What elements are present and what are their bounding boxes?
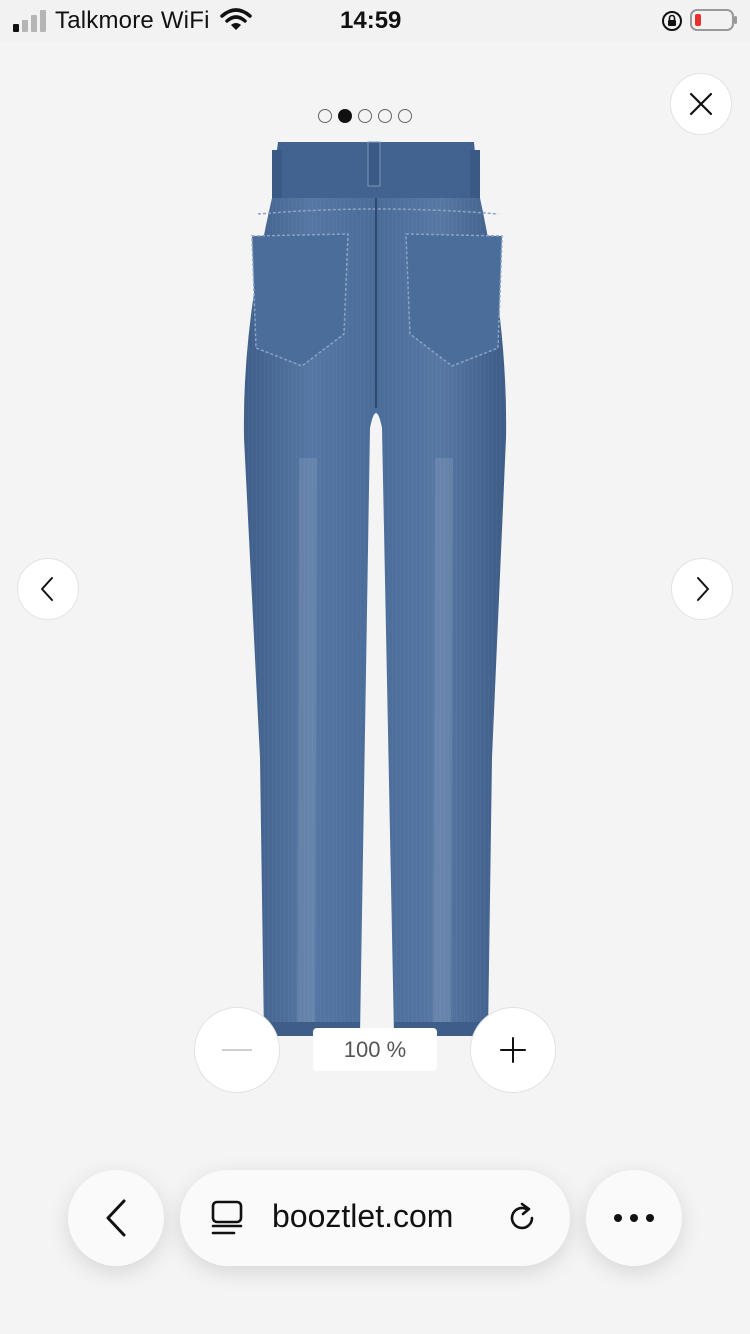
signal-strength-icon xyxy=(13,10,46,32)
more-options-button[interactable] xyxy=(586,1170,682,1266)
carrier-name: Talkmore WiFi xyxy=(55,7,210,34)
plus-icon xyxy=(500,1037,526,1063)
pagination-dot[interactable] xyxy=(378,109,392,123)
url-text[interactable]: booztlet.com xyxy=(272,1198,453,1235)
browser-back-button[interactable] xyxy=(68,1170,164,1266)
minus-icon xyxy=(222,1049,252,1051)
pagination-dot[interactable] xyxy=(358,109,372,123)
product-image[interactable] xyxy=(236,138,516,1040)
tabs-icon[interactable] xyxy=(210,1200,244,1236)
chevron-right-icon xyxy=(697,577,709,601)
pagination-dot[interactable] xyxy=(318,109,332,123)
battery-icon xyxy=(690,9,737,31)
pagination-dot-active[interactable] xyxy=(338,109,352,123)
chevron-left-icon xyxy=(106,1199,126,1237)
next-image-button[interactable] xyxy=(671,558,733,620)
zoom-out-button[interactable] xyxy=(194,1007,280,1093)
address-bar[interactable]: booztlet.com xyxy=(180,1170,570,1266)
status-time: 14:59 xyxy=(340,7,402,34)
wifi-icon xyxy=(220,8,252,30)
close-button[interactable] xyxy=(670,73,732,135)
browser-toolbar: booztlet.com xyxy=(0,1150,750,1334)
zoom-level-label: 100 % xyxy=(313,1028,437,1071)
status-bar: Talkmore WiFi 14:59 xyxy=(0,0,750,42)
previous-image-button[interactable] xyxy=(17,558,79,620)
pagination-dots xyxy=(318,109,412,123)
orientation-lock-icon xyxy=(662,11,682,31)
more-dots-icon xyxy=(614,1214,654,1222)
chevron-left-icon xyxy=(41,577,53,601)
close-icon xyxy=(689,92,713,116)
pagination-dot[interactable] xyxy=(398,109,412,123)
reload-icon[interactable] xyxy=(504,1200,540,1236)
zoom-in-button[interactable] xyxy=(470,1007,556,1093)
